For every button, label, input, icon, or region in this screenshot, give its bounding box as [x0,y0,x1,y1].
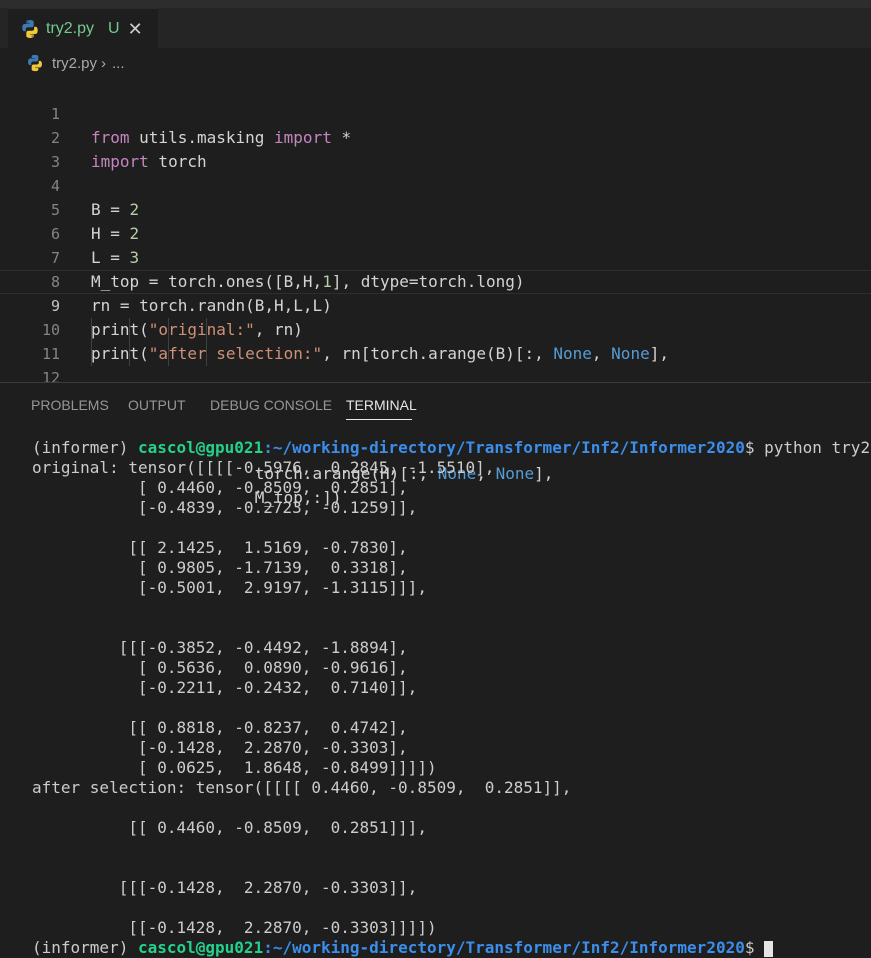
indent-guide [129,318,130,342]
terminal[interactable]: (informer) cascol@gpu021:~/working-direc… [32,438,871,958]
code-line[interactable]: 10 print("after selection:", rn[torch.ar… [0,294,871,363]
code-editor[interactable]: 1 from utils.masking import * 2 import t… [0,78,871,507]
terminal-output-line: [-0.5001, 2.9197, -1.3115]]], [32,578,427,597]
indent-guide [91,342,92,366]
code-line[interactable]: 5 H = 2 [0,174,871,243]
code-line[interactable]: 2 import torch [0,102,871,171]
prompt-command: $ [744,938,765,957]
terminal-output-line: [[ 2.1425, 1.5169, -0.7830], [32,538,408,557]
breadcrumb-file[interactable]: try2.py [52,55,97,72]
code-line[interactable]: 8 rn = torch.randn(B,H,L,L) [0,246,871,315]
terminal-prompt-line: (informer) cascol@gpu021:~/working-direc… [32,938,862,958]
terminal-output-line: [ 0.0625, 1.8648, -0.8499]]]]) [32,758,437,777]
prompt-path: :~/working-directory/Transformer/Inf2/In… [263,938,745,957]
prompt-user-host: cascol@gpu021 [137,938,264,957]
indent-guide [129,342,130,366]
python-icon [28,54,42,72]
active-tab-indicator [346,419,412,420]
prompt-env: (informer) [32,938,138,957]
prompt-env: (informer) [32,438,138,457]
panel-tab-bar: PROBLEMS OUTPUT DEBUG CONSOLE TERMINAL [0,383,871,427]
terminal-output-line: [ 0.5636, 0.0890, -0.9616], [32,658,408,677]
python-icon [22,20,38,38]
terminal-output-line: [-0.1428, 2.2870, -0.3303], [32,738,408,757]
terminal-output-line: [[ 0.4460, -0.8509, 0.2851]]], [32,818,427,837]
tab-output[interactable]: OUTPUT [128,397,186,413]
indent-guide [168,342,169,366]
code-line-active[interactable]: 9 print("original:", rn) [0,270,871,339]
terminal-output-line: [-0.4839, -0.2723, -0.1259]], [32,498,418,517]
editor-tab-bar: try2.py U ✕ [0,8,871,49]
terminal-output-line: original: tensor([[[[-0.5976, 0.2845, -1… [32,458,495,477]
indent-guide [206,342,207,366]
code-line[interactable]: 4 B = 2 [0,150,871,219]
breadcrumb-separator: › [101,54,107,72]
code-line[interactable]: 12 M_top,:]) [0,342,871,507]
code-line[interactable]: 3 [0,126,871,171]
code-line[interactable]: 6 L = 3 [0,198,871,267]
terminal-output-line: [[[-0.1428, 2.2870, -0.3303]], [32,878,418,897]
code-line[interactable]: 7 M_top = torch.ones([B,H,1], dtype=torc… [0,222,871,291]
code-line[interactable]: 1 from utils.masking import * [0,78,871,147]
terminal-output-line: [[ 0.8818, -0.8237, 0.4742], [32,718,408,737]
tab-filename: try2.py [46,20,95,37]
window-top-strip [0,0,871,8]
terminal-output-line: [ 0.9805, -1.7139, 0.3318], [32,558,408,577]
terminal-cursor [764,940,774,957]
tab-debug-console[interactable]: DEBUG CONSOLE [210,397,332,413]
prompt-path: :~/working-directory/Transformer/Inf2/In… [263,438,745,457]
breadcrumb: try2.py › ... [0,48,871,78]
indent-guide [168,318,169,342]
close-tab-icon[interactable]: ✕ [128,19,143,40]
untracked-badge: U [108,20,120,37]
editor-tab-try2[interactable]: try2.py U ✕ [8,8,158,49]
terminal-output-line: after selection: tensor([[[[ 0.4460, -0.… [32,778,572,797]
terminal-output-line: [[-0.1428, 2.2870, -0.3303]]]]) [32,918,437,937]
tab-problems[interactable]: PROBLEMS [31,397,109,413]
code-line[interactable]: 11 torch.arange(H)[:, None, None], [0,318,871,483]
terminal-output-line: [ 0.4460, -0.8509, 0.2851], [32,478,408,497]
terminal-prompt-line: (informer) cascol@gpu021:~/working-direc… [32,438,871,458]
indent-guide [206,318,207,342]
terminal-output-line: [-0.2211, -0.2432, 0.7140]], [32,678,418,697]
prompt-user-host: cascol@gpu021 [137,438,264,457]
terminal-output-line: [[[-0.3852, -0.4492, -1.8894], [32,638,408,657]
code-line[interactable]: 13 [0,366,871,382]
prompt-command: $ python try2.py [744,438,871,457]
breadcrumb-symbols[interactable]: ... [112,55,125,72]
indent-guide [91,318,92,342]
tab-terminal[interactable]: TERMINAL [346,397,417,413]
